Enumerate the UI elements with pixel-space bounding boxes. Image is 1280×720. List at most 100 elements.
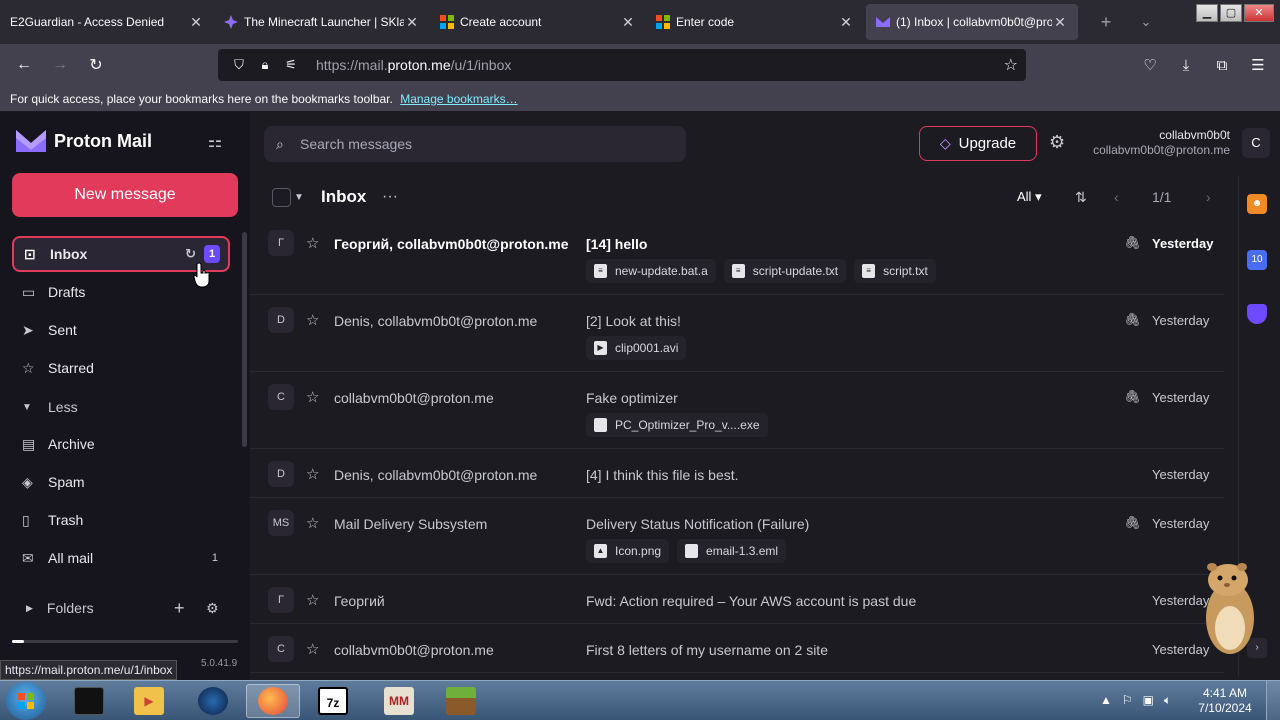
tray-app-icon[interactable]: ⚐ <box>1122 693 1133 708</box>
volume-icon[interactable]: 🔈︎ <box>1164 693 1171 708</box>
close-icon[interactable]: ✕ <box>838 14 854 31</box>
message-row[interactable]: C ☆ collabvm0b0t@proton.me Fake optimize… <box>250 372 1224 449</box>
shield-icon[interactable]: ⛉ <box>226 57 252 73</box>
avatar[interactable]: C <box>1242 128 1270 158</box>
taskbar-firefox[interactable] <box>246 684 300 718</box>
search-input[interactable] <box>300 136 660 152</box>
taskbar-globe[interactable] <box>186 684 240 718</box>
tray-expand-icon[interactable]: ▲ <box>1100 693 1112 708</box>
message-row[interactable]: MS ☆ Mail Delivery Subsystem Delivery St… <box>250 498 1224 575</box>
message-row[interactable]: D ☆ Denis, collabvm0b0t@proton.me [4] I … <box>250 449 1224 498</box>
message-row[interactable]: D ☆ Denis, collabvm0b0t@proton.me [2] Lo… <box>250 295 1224 372</box>
close-window-button[interactable]: ✕ <box>1244 4 1274 22</box>
show-desktop-button[interactable] <box>1266 681 1280 720</box>
sidebar-scrollbar[interactable] <box>242 232 247 447</box>
star-icon[interactable]: ☆ <box>306 514 319 532</box>
tab-enter-code[interactable]: Enter code ✕ <box>646 0 864 44</box>
tab-proton-inbox[interactable]: (1) Inbox | collabvm0b0t@prot ✕ <box>866 4 1078 40</box>
attachment-chip[interactable]: PC_Optimizer_Pro_v....exe <box>586 413 768 437</box>
new-tab-button[interactable]: + <box>1094 12 1118 33</box>
folder-settings-icon[interactable]: ⚙ <box>206 600 219 617</box>
calendar-icon[interactable]: 10 <box>1247 250 1267 270</box>
forward-icon[interactable]: → <box>42 56 78 74</box>
select-dropdown-icon[interactable]: ▼ <box>294 192 304 203</box>
close-icon[interactable]: ✕ <box>188 14 204 31</box>
message-time: Yesterday <box>1152 313 1210 328</box>
chevron-right-icon[interactable]: ▶ <box>26 603 33 614</box>
select-all-checkbox[interactable] <box>272 187 291 207</box>
star-icon[interactable]: ☆ <box>306 591 319 609</box>
attachment-name: clip0001.avi <box>615 341 679 355</box>
sidebar-item-trash[interactable]: ▯ Trash <box>12 502 230 538</box>
search-box[interactable]: ⌕ <box>264 126 686 162</box>
star-icon[interactable]: ☆ <box>306 388 319 406</box>
attachment-chip[interactable]: ≡ script-update.txt <box>723 259 847 283</box>
proton-mail-logo[interactable]: Proton Mail <box>16 130 152 152</box>
folders-section[interactable]: ▶ Folders + ⚙ <box>26 598 236 619</box>
taskbar-terminal[interactable] <box>62 684 116 718</box>
star-icon[interactable]: ☆ <box>306 234 319 252</box>
attachment-chip[interactable]: ▶ clip0001.avi <box>586 336 687 360</box>
more-options-icon[interactable]: ··· <box>382 188 398 206</box>
bookmark-star-icon[interactable]: ☆ <box>1004 55 1018 75</box>
settings-gear-icon[interactable]: ⚙ <box>1049 132 1065 153</box>
back-icon[interactable]: ← <box>6 56 42 74</box>
url-bar[interactable]: ⛉ 🔒︎ ⚟ https://mail.proton.me/u/1/inbox … <box>218 49 1026 81</box>
tab-e2guardian[interactable]: E2Guardian - Access Denied ✕ <box>0 0 214 44</box>
taskbar-minecraft[interactable] <box>434 684 488 718</box>
taskbar-clock[interactable]: 4:41 AM 7/10/2024 <box>1196 686 1254 716</box>
upgrade-button[interactable]: ◇ Upgrade <box>919 126 1037 161</box>
attachment-chip[interactable]: ▲ Icon.png <box>586 539 670 563</box>
sidebar-item-archive[interactable]: ▤ Archive <box>12 426 230 462</box>
network-icon[interactable]: ▣ <box>1143 693 1154 708</box>
star-icon[interactable]: ☆ <box>306 465 319 483</box>
attachment-chip[interactable]: email-1.3.eml <box>677 539 787 563</box>
star-icon[interactable]: ☆ <box>306 640 319 658</box>
attachment-chip[interactable]: ≡ script.txt <box>854 259 936 283</box>
menu-icon[interactable]: ☰ <box>1246 56 1270 74</box>
sidebar-item-all-mail[interactable]: ✉ All mail 1 <box>12 540 230 576</box>
sidebar-item-less[interactable]: ▼ Less <box>12 389 230 425</box>
lock-icon[interactable]: 🔒︎ <box>252 57 278 73</box>
tab-create-account[interactable]: Create account ✕ <box>430 0 646 44</box>
taskbar-7zip[interactable]: 7z <box>306 684 360 718</box>
maximize-button[interactable]: ▢ <box>1220 4 1242 22</box>
message-row[interactable]: Г ☆ Георгий, collabvm0b0t@proton.me [14]… <box>250 218 1224 295</box>
apps-grid-icon[interactable]: ⚏ <box>204 132 226 154</box>
close-icon[interactable]: ✕ <box>404 14 420 31</box>
url-text: https://mail.proton.me/u/1/inbox <box>316 57 512 73</box>
close-icon[interactable]: ✕ <box>620 14 636 31</box>
filter-dropdown[interactable]: All ▾ <box>1017 189 1042 205</box>
minimize-button[interactable]: ▁ <box>1196 4 1218 22</box>
file-icon <box>594 418 607 432</box>
taskbar-media-player[interactable]: ▶ <box>122 684 176 718</box>
next-page-icon[interactable]: › <box>1206 189 1211 205</box>
attachment-chip[interactable]: ≡ new-update.bat.a <box>586 259 716 283</box>
vpn-shield-icon[interactable] <box>1247 304 1267 324</box>
manage-bookmarks-link[interactable]: Manage bookmarks… <box>400 92 517 106</box>
add-folder-icon[interactable]: + <box>174 598 185 619</box>
account-info[interactable]: collabvm0b0t collabvm0b0t@proton.me <box>1093 128 1230 158</box>
start-button[interactable] <box>6 682 46 720</box>
tab-list-button[interactable]: ⌄ <box>1134 14 1158 30</box>
minecraft-icon <box>446 687 476 715</box>
contacts-icon[interactable]: ☻ <box>1247 194 1267 214</box>
extensions-icon[interactable]: ⧉ <box>1210 57 1234 74</box>
star-icon[interactable]: ☆ <box>306 311 319 329</box>
taskbar-multimc[interactable]: MM <box>372 684 426 718</box>
message-row[interactable]: C ☆ collabvm0b0t@proton.me First 8 lette… <box>250 624 1224 673</box>
sidebar-item-sent[interactable]: ➤ Sent <box>12 312 230 348</box>
message-row[interactable]: Г ☆ Георгий Fwd: Action required – Your … <box>250 575 1224 624</box>
downloads-icon[interactable]: ⤓ <box>1174 57 1198 74</box>
previous-page-icon[interactable]: ‹ <box>1114 189 1119 205</box>
pocket-icon[interactable]: ♡ <box>1138 56 1162 74</box>
sidebar-item-starred[interactable]: ☆ Starred <box>12 350 230 386</box>
close-icon[interactable]: ✕ <box>1052 14 1068 31</box>
tab-minecraft-launcher[interactable]: The Minecraft Launcher | SKlau ✕ <box>214 0 430 44</box>
permissions-icon[interactable]: ⚟ <box>278 57 304 73</box>
new-message-button[interactable]: New message <box>12 173 238 217</box>
reload-icon[interactable]: ↻ <box>78 55 114 75</box>
refresh-icon[interactable]: ↻ <box>185 246 196 262</box>
sidebar-item-spam[interactable]: ◈ Spam <box>12 464 230 500</box>
sort-icon[interactable]: ⇅ <box>1075 189 1087 206</box>
